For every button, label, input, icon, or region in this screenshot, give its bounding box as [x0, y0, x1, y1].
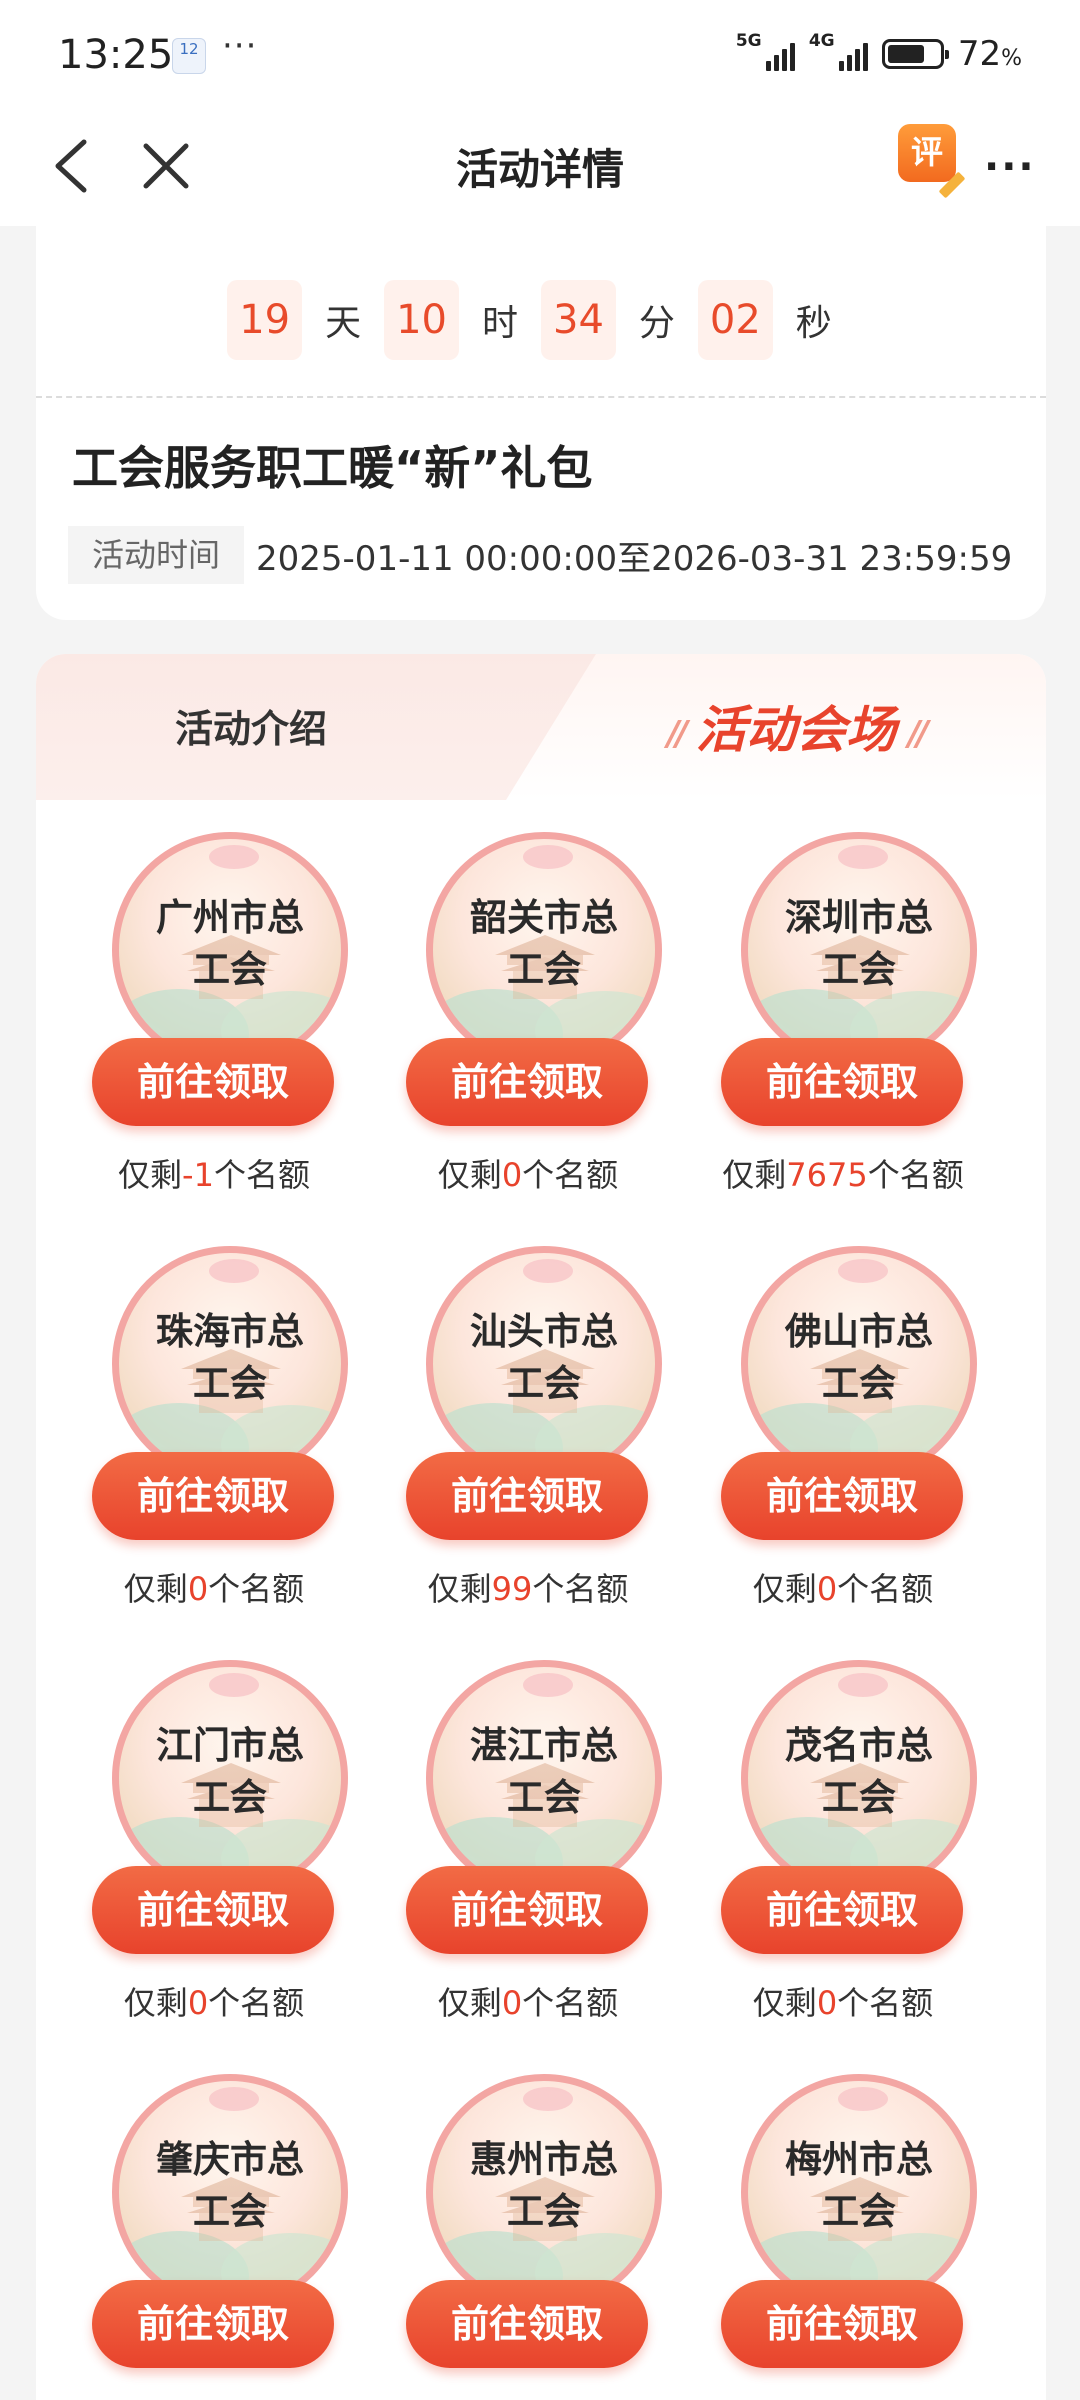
venue-card: 韶关市总 工会前往领取仅剩0个名额	[398, 832, 662, 1202]
venue-card: 江门市总 工会前往领取仅剩0个名额	[84, 1660, 348, 2030]
countdown-timer: 19 天 10 时 34 分 02 秒	[36, 280, 1046, 360]
battery-percent: 72%	[957, 34, 1022, 74]
venue-name: 佛山市总 工会	[785, 1310, 933, 1405]
remaining-quota: 仅剩-1个名额	[118, 1156, 310, 1194]
countdown-minutes: 34	[541, 280, 616, 360]
event-time-value: 2025-01-11 00:00:00至2026-03-31 23:59:59	[256, 538, 1013, 579]
status-time: 13:25	[58, 32, 174, 78]
event-time-label: 活动时间	[68, 526, 245, 584]
countdown-days: 19	[227, 280, 303, 360]
claim-button[interactable]: 前往领取	[721, 1038, 963, 1126]
countdown-hours-unit: 时	[481, 303, 518, 344]
venue-card: 惠州市总 工会前往领取	[398, 2074, 662, 2400]
status-bar: 13:25 12 ··· 5G 4G 72%	[0, 0, 1080, 110]
event-info-card: 19 天 10 时 34 分 02 秒 工会服务职工暖“新”礼包 活动时间 20…	[36, 200, 1046, 620]
claim-button[interactable]: 前往领取	[406, 2280, 648, 2368]
claim-button[interactable]: 前往领取	[92, 1866, 334, 1954]
tab-intro[interactable]: 活动介绍	[36, 698, 466, 753]
remaining-quota: 仅剩99个名额	[427, 1570, 629, 1608]
review-icon[interactable]: 评	[898, 124, 966, 199]
claim-button[interactable]: 前往领取	[721, 1866, 963, 1954]
venue-card: 珠海市总 工会前往领取仅剩0个名额	[84, 1246, 348, 1616]
tab-venue[interactable]: //活动会场//	[596, 690, 996, 762]
signal-4g-icon: 4G	[809, 31, 868, 71]
claim-button[interactable]: 前往领取	[406, 1866, 648, 1954]
remaining-count: 99	[491, 1570, 533, 1608]
event-title: 工会服务职工暖“新”礼包	[72, 441, 593, 495]
venue-card: 汕头市总 工会前往领取仅剩99个名额	[398, 1246, 662, 1616]
claim-button[interactable]: 前往领取	[406, 1452, 648, 1540]
countdown-hours: 10	[384, 280, 459, 360]
venue-name: 珠海市总 工会	[156, 1310, 304, 1405]
venue-name: 江门市总 工会	[156, 1724, 304, 1819]
venue-card: 湛江市总 工会前往领取仅剩0个名额	[398, 1660, 662, 2030]
venue-name: 广州市总 工会	[156, 896, 304, 991]
tab-bar: 活动介绍 //活动会场//	[36, 654, 1046, 800]
remaining-quota: 仅剩0个名额	[437, 1984, 619, 2022]
venue-name: 肇庆市总 工会	[156, 2138, 304, 2233]
remaining-count: 0	[816, 1570, 838, 1608]
venue-card: 茂名市总 工会前往领取仅剩0个名额	[713, 1660, 977, 2030]
remaining-count: 7675	[786, 1156, 868, 1194]
calendar-icon: 12	[172, 38, 206, 74]
countdown-minutes-unit: 分	[638, 303, 675, 344]
remaining-count: -1	[182, 1156, 214, 1194]
venue-name: 惠州市总 工会	[470, 2138, 618, 2233]
venue-name: 韶关市总 工会	[470, 896, 618, 991]
notification-more-icon: ···	[222, 26, 258, 66]
venue-name: 深圳市总 工会	[785, 896, 933, 991]
remaining-quota: 仅剩0个名额	[437, 1156, 619, 1194]
remaining-count: 0	[816, 1984, 838, 2022]
remaining-count: 0	[187, 1570, 209, 1608]
remaining-count: 0	[501, 1156, 523, 1194]
battery-icon	[881, 39, 949, 69]
more-menu-icon[interactable]: ···	[984, 144, 1036, 190]
countdown-seconds: 02	[697, 280, 773, 360]
remaining-count: 0	[501, 1984, 523, 2022]
claim-button[interactable]: 前往领取	[721, 1452, 963, 1540]
signal-5g-icon: 5G	[736, 31, 795, 71]
venue-name: 梅州市总 工会	[785, 2138, 933, 2233]
countdown-days-unit: 天	[325, 303, 362, 344]
venue-panel: 活动介绍 //活动会场// 广州市总 工会 前往领取 仅剩-1个名额 韶关市总 工会 前往领…	[36, 654, 1046, 2400]
claim-button[interactable]: 前往领取	[92, 1452, 334, 1540]
venue-name: 汕头市总 工会	[470, 1310, 618, 1405]
dashed-divider	[36, 396, 1046, 398]
venue-card: 深圳市总 工会前往领取仅剩7675个名额	[713, 832, 977, 1202]
claim-button[interactable]: 前往领取	[721, 2280, 963, 2368]
event-time-row: 活动时间 2025-01-11 00:00:00至2026-03-31 23:5…	[68, 526, 1012, 584]
remaining-count: 0	[187, 1984, 209, 2022]
venue-card: 广州市总 工会前往领取仅剩-1个名额	[84, 832, 348, 1202]
remaining-quota: 仅剩0个名额	[752, 1570, 934, 1608]
venue-card: 肇庆市总 工会前往领取	[84, 2074, 348, 2400]
venue-card: 梅州市总 工会前往领取	[713, 2074, 977, 2400]
claim-button[interactable]: 前往领取	[92, 2280, 334, 2368]
venue-name: 茂名市总 工会	[785, 1724, 933, 1819]
remaining-quota: 仅剩0个名额	[123, 1984, 305, 2022]
countdown-seconds-unit: 秒	[795, 303, 832, 344]
claim-button[interactable]: 前往领取	[406, 1038, 648, 1126]
venue-card: 佛山市总 工会前往领取仅剩0个名额	[713, 1246, 977, 1616]
remaining-quota: 仅剩0个名额	[752, 1984, 934, 2022]
venue-name: 湛江市总 工会	[470, 1724, 618, 1819]
claim-button[interactable]: 前往领取	[92, 1038, 334, 1126]
remaining-quota: 仅剩7675个名额	[722, 1156, 964, 1194]
remaining-quota: 仅剩0个名额	[123, 1570, 305, 1608]
